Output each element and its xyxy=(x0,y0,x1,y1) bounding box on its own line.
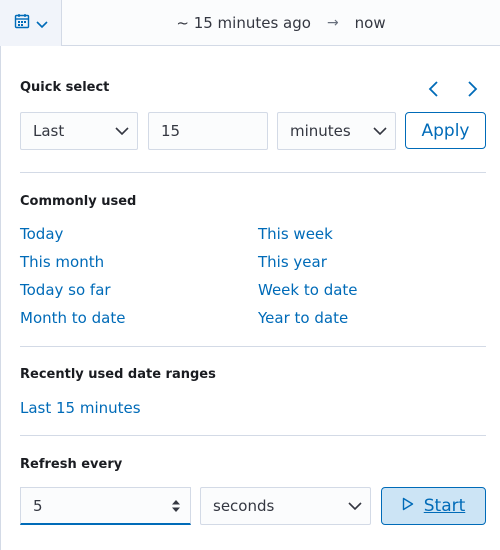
unit-select[interactable]: minutes xyxy=(277,112,396,150)
quick-select-title: Quick select xyxy=(20,80,110,95)
next-icon[interactable] xyxy=(464,80,480,98)
play-icon xyxy=(402,496,414,516)
commonly-used-month-to-date[interactable]: Month to date xyxy=(20,309,125,327)
refresh-every-title: Refresh every xyxy=(20,457,123,472)
calendar-icon xyxy=(14,13,30,33)
tense-value: Last xyxy=(33,122,65,140)
stepper-icon[interactable] xyxy=(162,499,190,513)
quick-value: 15 xyxy=(161,122,181,140)
refresh-unit-value: seconds xyxy=(213,497,275,515)
quick-value-input[interactable]: 15 xyxy=(148,112,268,150)
unit-value: minutes xyxy=(290,122,351,140)
commonly-used-today[interactable]: Today xyxy=(20,225,63,243)
start-label: Start xyxy=(423,496,466,516)
refresh-unit-select[interactable]: seconds xyxy=(200,487,371,525)
panel-border xyxy=(0,46,1,550)
apply-button[interactable]: Apply xyxy=(405,112,486,149)
divider xyxy=(20,435,486,436)
chevron-down-icon xyxy=(365,127,395,135)
commonly-used-this-year[interactable]: This year xyxy=(258,253,327,271)
recent-range-item[interactable]: Last 15 minutes xyxy=(20,399,141,417)
previous-icon[interactable] xyxy=(426,80,442,98)
commonly-used-title: Commonly used xyxy=(20,194,137,209)
chevron-down-icon xyxy=(35,14,48,33)
date-picker-bar: ~ 15 minutes ago → now xyxy=(0,0,500,46)
commonly-used-today-so-far[interactable]: Today so far xyxy=(20,281,111,299)
date-range-display: ~ 15 minutes ago → now xyxy=(62,0,500,46)
quick-select-nav xyxy=(426,80,480,98)
chevron-down-icon xyxy=(107,127,137,135)
quick-menu-button[interactable] xyxy=(0,0,62,46)
recently-used-title: Recently used date ranges xyxy=(20,367,216,382)
divider xyxy=(20,346,486,347)
commonly-used-this-month[interactable]: This month xyxy=(20,253,104,271)
refresh-interval-input[interactable]: 5 xyxy=(20,487,191,525)
start-refresh-button[interactable]: Start xyxy=(381,487,486,525)
commonly-used-this-week[interactable]: This week xyxy=(258,225,333,243)
commonly-used-week-to-date[interactable]: Week to date xyxy=(258,281,358,299)
chevron-down-icon xyxy=(340,502,370,510)
tense-select[interactable]: Last xyxy=(20,112,138,150)
divider xyxy=(20,172,486,173)
quick-select-popover: Quick select Last 15 minutes Apply Commo… xyxy=(0,46,500,550)
arrow-right-icon: → xyxy=(326,15,339,31)
refresh-interval-value: 5 xyxy=(33,496,43,515)
start-date-button[interactable]: ~ 15 minutes ago xyxy=(176,14,311,32)
commonly-used-year-to-date[interactable]: Year to date xyxy=(258,309,348,327)
end-date-button[interactable]: now xyxy=(355,14,386,32)
